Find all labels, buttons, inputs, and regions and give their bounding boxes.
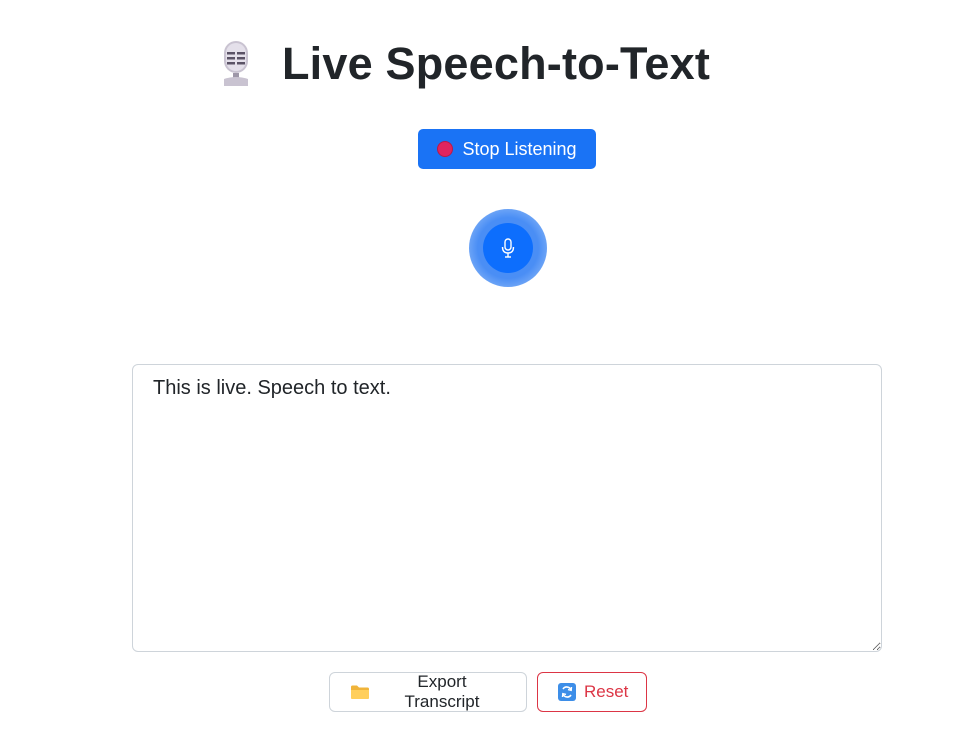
reset-button[interactable]: Reset: [537, 672, 647, 712]
header: Live Speech-to-Text: [0, 34, 972, 94]
action-bar: Export Transcript Reset: [0, 672, 972, 712]
page-title: Live Speech-to-Text: [281, 38, 711, 89]
microphone-icon: [501, 238, 515, 258]
listening-indicator: [469, 209, 547, 287]
refresh-icon: [558, 683, 576, 701]
transcript-textarea[interactable]: This is live. Speech to text.: [132, 364, 882, 652]
record-icon: [437, 141, 454, 157]
stop-listening-button[interactable]: Stop Listening: [418, 129, 596, 169]
export-transcript-button[interactable]: Export Transcript: [329, 672, 527, 712]
folder-icon: [350, 684, 370, 700]
studio-microphone-icon: [223, 41, 248, 86]
stop-listening-label: Stop Listening: [462, 138, 577, 159]
listening-indicator-core: [483, 223, 533, 273]
export-transcript-label: Export Transcript: [404, 672, 480, 711]
reset-label: Reset: [584, 682, 629, 701]
page: Live Speech-to-Text Stop Listening This …: [0, 0, 972, 754]
